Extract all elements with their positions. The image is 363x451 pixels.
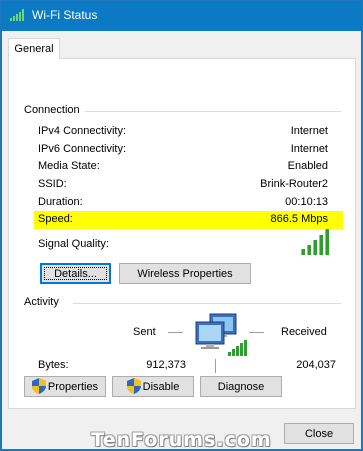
- title-bar[interactable]: Wi-Fi Status: [1, 1, 362, 31]
- disable-button-label: Disable: [142, 380, 180, 393]
- sent-label: Sent: [133, 326, 156, 338]
- ssid-label: SSID:: [38, 178, 67, 190]
- details-button[interactable]: Details...: [40, 263, 111, 284]
- ipv6-connectivity-label: IPv6 Connectivity:: [38, 143, 127, 155]
- duration-value: 00:10:13: [285, 196, 328, 208]
- media-state-value: Enabled: [287, 160, 328, 172]
- wifi-signal-icon: [10, 9, 24, 21]
- received-label: Received: [281, 326, 327, 338]
- general-tab-panel: Connection IPv4 Connectivity: Internet I…: [8, 58, 356, 409]
- speed-value: 866.5 Mbps: [270, 213, 328, 225]
- speed-label: Speed:: [38, 213, 73, 225]
- ipv4-connectivity-value: Internet: [290, 125, 328, 137]
- connection-group-divider: [85, 111, 341, 112]
- activity-separator-line: [215, 359, 216, 373]
- disable-button[interactable]: Disable: [112, 376, 194, 397]
- diagnose-button-label: Diagnose: [217, 380, 265, 393]
- ipv4-connectivity-label: IPv4 Connectivity:: [38, 125, 127, 137]
- bytes-received-value: 204,037: [296, 359, 336, 371]
- activity-group-divider: [73, 303, 341, 304]
- bytes-label: Bytes:: [38, 359, 69, 371]
- received-line: [249, 332, 264, 333]
- signal-quality-bars-icon: [301, 229, 331, 255]
- duration-label: Duration:: [38, 196, 83, 208]
- activity-group-title: Activity: [24, 296, 59, 308]
- properties-button[interactable]: Properties: [24, 376, 106, 397]
- ssid-value: Brink-Router2: [260, 178, 328, 190]
- details-button-label: Details...: [54, 267, 97, 280]
- bytes-sent-value: 912,373: [146, 359, 186, 371]
- window-title: Wi-Fi Status: [32, 8, 98, 22]
- network-computers-icon: [195, 313, 247, 356]
- ipv6-connectivity-value: Internet: [290, 143, 328, 155]
- wifi-status-window: Wi-Fi Status General Connection IPv4 Con…: [0, 0, 363, 451]
- connection-group-title: Connection: [24, 104, 80, 116]
- uac-shield-icon: [31, 377, 46, 394]
- diagnose-button[interactable]: Diagnose: [200, 376, 282, 397]
- media-state-label: Media State:: [38, 160, 100, 172]
- properties-button-label: Properties: [47, 380, 99, 393]
- signal-quality-label: Signal Quality:: [38, 238, 109, 250]
- wireless-properties-button[interactable]: Wireless Properties: [119, 263, 251, 284]
- tenforums-watermark: TenForums.com: [91, 429, 272, 451]
- dialog-client-area: General Connection IPv4 Connectivity: In…: [2, 31, 361, 451]
- tab-general[interactable]: General: [8, 38, 60, 59]
- sent-line: [168, 332, 183, 333]
- uac-shield-icon: [126, 377, 141, 394]
- wireless-properties-button-label: Wireless Properties: [137, 267, 233, 280]
